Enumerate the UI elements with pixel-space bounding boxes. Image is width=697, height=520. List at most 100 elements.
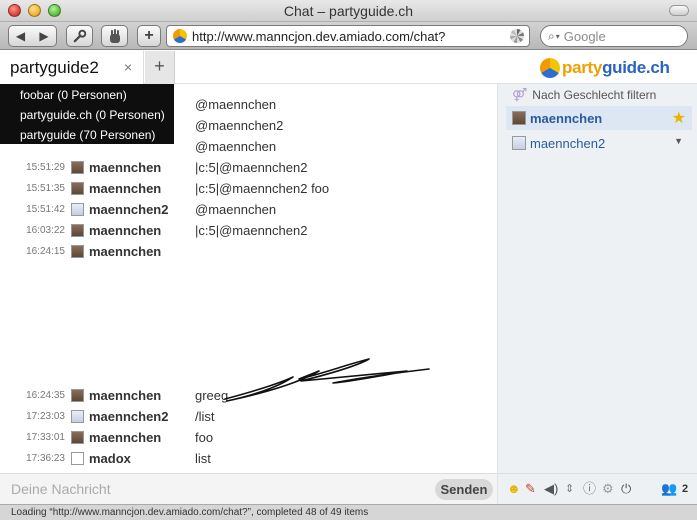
avatar[interactable]: [71, 161, 84, 174]
forward-button[interactable]: ▶: [32, 25, 57, 47]
user-list-panel: ⚤ Nach Geschlecht filtern maennchen ★ ma…: [497, 84, 697, 473]
tools-button[interactable]: [66, 25, 93, 47]
message-username[interactable]: maennchen: [89, 244, 161, 259]
loading-spinner-icon[interactable]: [510, 29, 524, 43]
chat-message-row: 16:03:22 maennchen |c:5|@maennchen2: [0, 220, 497, 241]
message-text: list: [195, 451, 211, 466]
message-username[interactable]: maennchen2: [89, 409, 168, 424]
power-icon[interactable]: ⏻: [621, 481, 631, 497]
smiley-icon[interactable]: ☻: [507, 481, 521, 497]
message-text: foo: [195, 430, 214, 445]
avatar[interactable]: [71, 203, 84, 216]
message-text: |c:5|@maennchen2: [195, 160, 308, 175]
message-text: @maennchen: [195, 139, 277, 154]
partyguide-logo[interactable]: partyguide.ch: [540, 57, 670, 79]
add-room-button[interactable]: +: [145, 51, 175, 84]
search-input[interactable]: [563, 28, 674, 44]
room-dropdown-menu: foobar (0 Personen) partyguide.ch (0 Per…: [0, 84, 174, 144]
search-box[interactable]: ⌕ ▾: [540, 25, 688, 47]
message-timestamp: 17:36:23: [26, 453, 65, 464]
message-username[interactable]: maennchen: [89, 388, 161, 403]
chat-message-row: 17:36:23 madox list: [0, 448, 497, 469]
toolbar-toggle-button[interactable]: [669, 5, 689, 16]
message-timestamp: 15:51:42: [26, 204, 65, 215]
message-text: |c:5|@maennchen2: [195, 223, 308, 238]
back-arrow-icon: ◀: [15, 29, 26, 43]
add-bookmark-button[interactable]: +: [137, 25, 161, 47]
message-composer: Senden: [0, 473, 497, 504]
message-timestamp: 15:51:29: [26, 162, 65, 173]
avatar[interactable]: [71, 452, 84, 465]
message-username[interactable]: maennchen: [89, 181, 161, 196]
message-username[interactable]: maennchen: [89, 223, 161, 238]
pen-icon[interactable]: ✎: [525, 481, 536, 497]
message-username[interactable]: maennchen2: [89, 202, 168, 217]
gender-filter-link[interactable]: ⚤ Nach Geschlecht filtern: [512, 87, 656, 103]
snapshot-button[interactable]: [101, 25, 128, 47]
users-icon[interactable]: 👥: [661, 481, 677, 497]
message-timestamp: 15:51:35: [26, 183, 65, 194]
chat-message-row: 15:51:42 maennchen2 @maennchen: [0, 199, 497, 220]
logo-text-party: party: [562, 58, 603, 77]
speaker-icon[interactable]: ◀): [544, 481, 558, 497]
logo-text-guide: guide.ch: [602, 58, 670, 77]
drawing-stroke: [224, 358, 430, 402]
message-username[interactable]: madox: [89, 451, 131, 466]
tab-partyguide2[interactable]: partyguide2 ×: [0, 51, 144, 84]
gear-icon[interactable]: ⚙: [602, 481, 614, 497]
message-input[interactable]: [0, 474, 430, 504]
avatar[interactable]: [71, 410, 84, 423]
avatar[interactable]: [71, 182, 84, 195]
avatar[interactable]: [71, 245, 84, 258]
chat-message-row: 15:51:35 maennchen |c:5|@maennchen2 foo: [0, 178, 497, 199]
user-name: maennchen2: [530, 135, 606, 151]
message-text: @maennchen: [195, 97, 277, 112]
chevron-down-icon[interactable]: ▼: [674, 136, 683, 146]
user-list-item[interactable]: maennchen2 ▼: [506, 131, 692, 155]
message-text: |c:5|@maennchen2 foo: [195, 181, 330, 196]
avatar[interactable]: [71, 431, 84, 444]
partyguide-ball-icon: [540, 58, 560, 78]
gender-symbol-icon: ⚤: [512, 87, 528, 102]
wrench-icon: [73, 29, 87, 42]
info-icon[interactable]: ⓘ: [583, 481, 596, 497]
chat-message-row: 17:23:03 maennchen2/list: [0, 406, 497, 427]
message-timestamp: 17:23:03: [26, 411, 65, 422]
forward-arrow-icon: ▶: [39, 29, 49, 43]
chat-message-row: 15:51:29 maennchen |c:5|@maennchen2: [0, 157, 497, 178]
avatar[interactable]: [71, 224, 84, 237]
message-text: @maennchen2: [195, 118, 284, 133]
avatar[interactable]: [71, 389, 84, 402]
gender-filter-label: Nach Geschlecht filtern: [532, 88, 657, 102]
search-engine-chevron-icon[interactable]: ▾: [556, 32, 560, 41]
message-text: /list: [195, 409, 215, 424]
online-user-count: 2: [682, 483, 689, 495]
message-username[interactable]: maennchen: [89, 430, 161, 445]
room-item-foobar[interactable]: foobar (0 Personen): [0, 86, 174, 106]
tab-label: partyguide2: [10, 58, 99, 77]
search-icon[interactable]: ⌕: [548, 29, 555, 44]
chat-message-row: 16:24:15 maennchen: [0, 241, 497, 262]
hand-icon: [109, 28, 120, 43]
status-bar: Loading “http://www.manncjon.dev.amiado.…: [0, 504, 697, 520]
scroll-lock-icon[interactable]: ⇕: [565, 481, 574, 497]
room-item-partyguide[interactable]: partyguide (70 Personen): [0, 126, 174, 146]
address-text[interactable]: http://www.manncjon.dev.amiado.com/chat?: [192, 29, 510, 44]
message-text: @maennchen: [195, 202, 277, 217]
chat-message-row: 17:33:01 maennchen foo: [0, 427, 497, 448]
star-icon[interactable]: ★: [672, 108, 686, 128]
site-favicon-icon: [173, 29, 187, 43]
user-name: maennchen: [530, 110, 603, 126]
message-timestamp: 16:03:22: [26, 225, 65, 236]
send-button[interactable]: Senden: [435, 479, 493, 500]
room-item-partyguide-ch[interactable]: partyguide.ch (0 Personen): [0, 106, 174, 126]
browser-toolbar: ◀ ▶ + http://www.manncjon.dev.amiado.com…: [0, 22, 697, 50]
chat-tools-bar: ☻ ✎ ◀) ⇕ ⓘ ⚙ ⏻ 👥 2: [497, 473, 697, 504]
chat-tab-bar: partyguide2 × + partyguide.ch: [0, 51, 697, 84]
address-bar[interactable]: http://www.manncjon.dev.amiado.com/chat?: [166, 25, 530, 47]
message-username[interactable]: maennchen: [89, 160, 161, 175]
user-list-item[interactable]: maennchen ★: [506, 106, 692, 130]
message-timestamp: 16:24:15: [26, 246, 65, 257]
back-button[interactable]: ◀: [8, 25, 33, 47]
tab-close-icon[interactable]: ×: [124, 59, 132, 75]
